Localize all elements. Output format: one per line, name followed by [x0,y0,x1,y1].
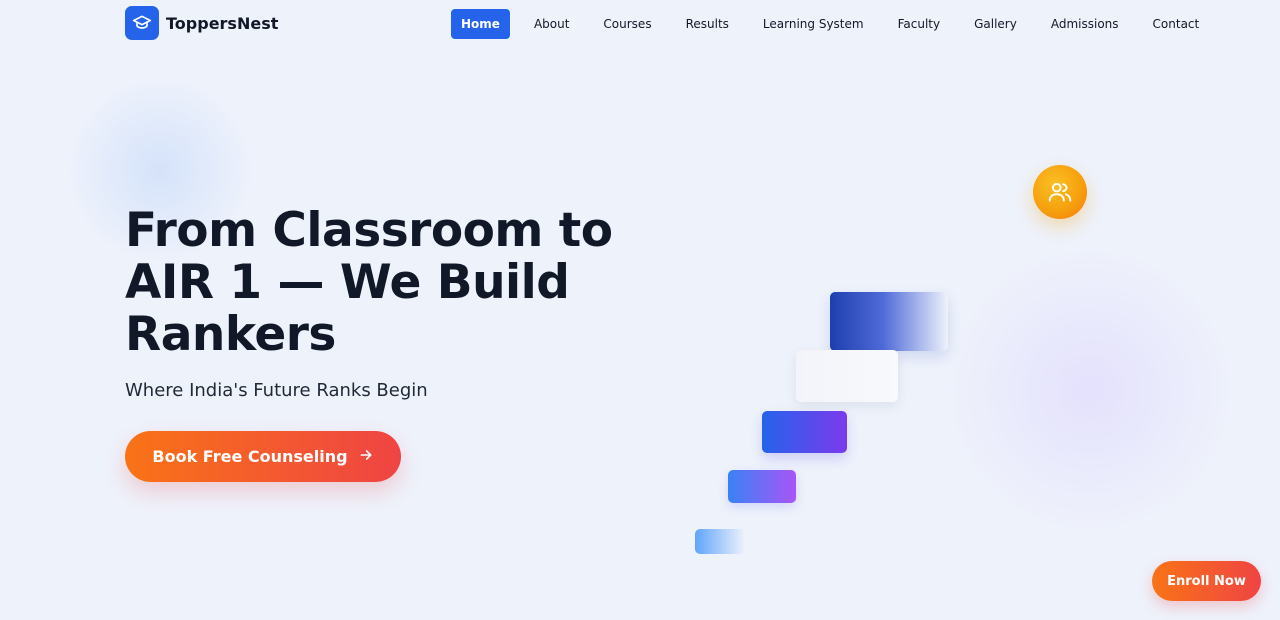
decor-step-2 [796,350,898,402]
brand-name: ToppersNest [166,13,279,33]
nav-item-about[interactable]: About [524,9,579,39]
nav-item-contact[interactable]: Contact [1143,9,1210,39]
nav-item-faculty[interactable]: Faculty [888,9,951,39]
nav-item-results[interactable]: Results [676,9,739,39]
nav-item-gallery[interactable]: Gallery [964,9,1027,39]
nav-item-learning-system[interactable]: Learning System [753,9,874,39]
users-icon [1033,165,1087,219]
hero-subtitle: Where India's Future Ranks Begin [125,380,428,401]
decor-step-3 [762,411,847,453]
cta-label: Book Free Counseling [152,447,348,466]
background-glow-right [940,250,1240,530]
decor-step-5 [695,529,745,554]
hero-title: From Classroom to AIR 1 — We Build Ranke… [125,203,613,362]
nav-item-admissions[interactable]: Admissions [1041,9,1129,39]
site-header: ToppersNest Home About Courses Results L… [0,0,1280,48]
nav-item-courses[interactable]: Courses [593,9,661,39]
enroll-now-button[interactable]: Enroll Now [1152,561,1261,601]
graduation-cap-icon [125,6,159,40]
brand-logo[interactable]: ToppersNest [125,6,278,40]
arrow-right-icon [358,447,374,467]
decor-step-1 [830,292,948,351]
decor-step-4 [728,470,796,503]
nav-item-home[interactable]: Home [451,9,510,39]
main-nav: Home About Courses Results Learning Syst… [451,9,1223,39]
book-counseling-button[interactable]: Book Free Counseling [125,431,401,482]
